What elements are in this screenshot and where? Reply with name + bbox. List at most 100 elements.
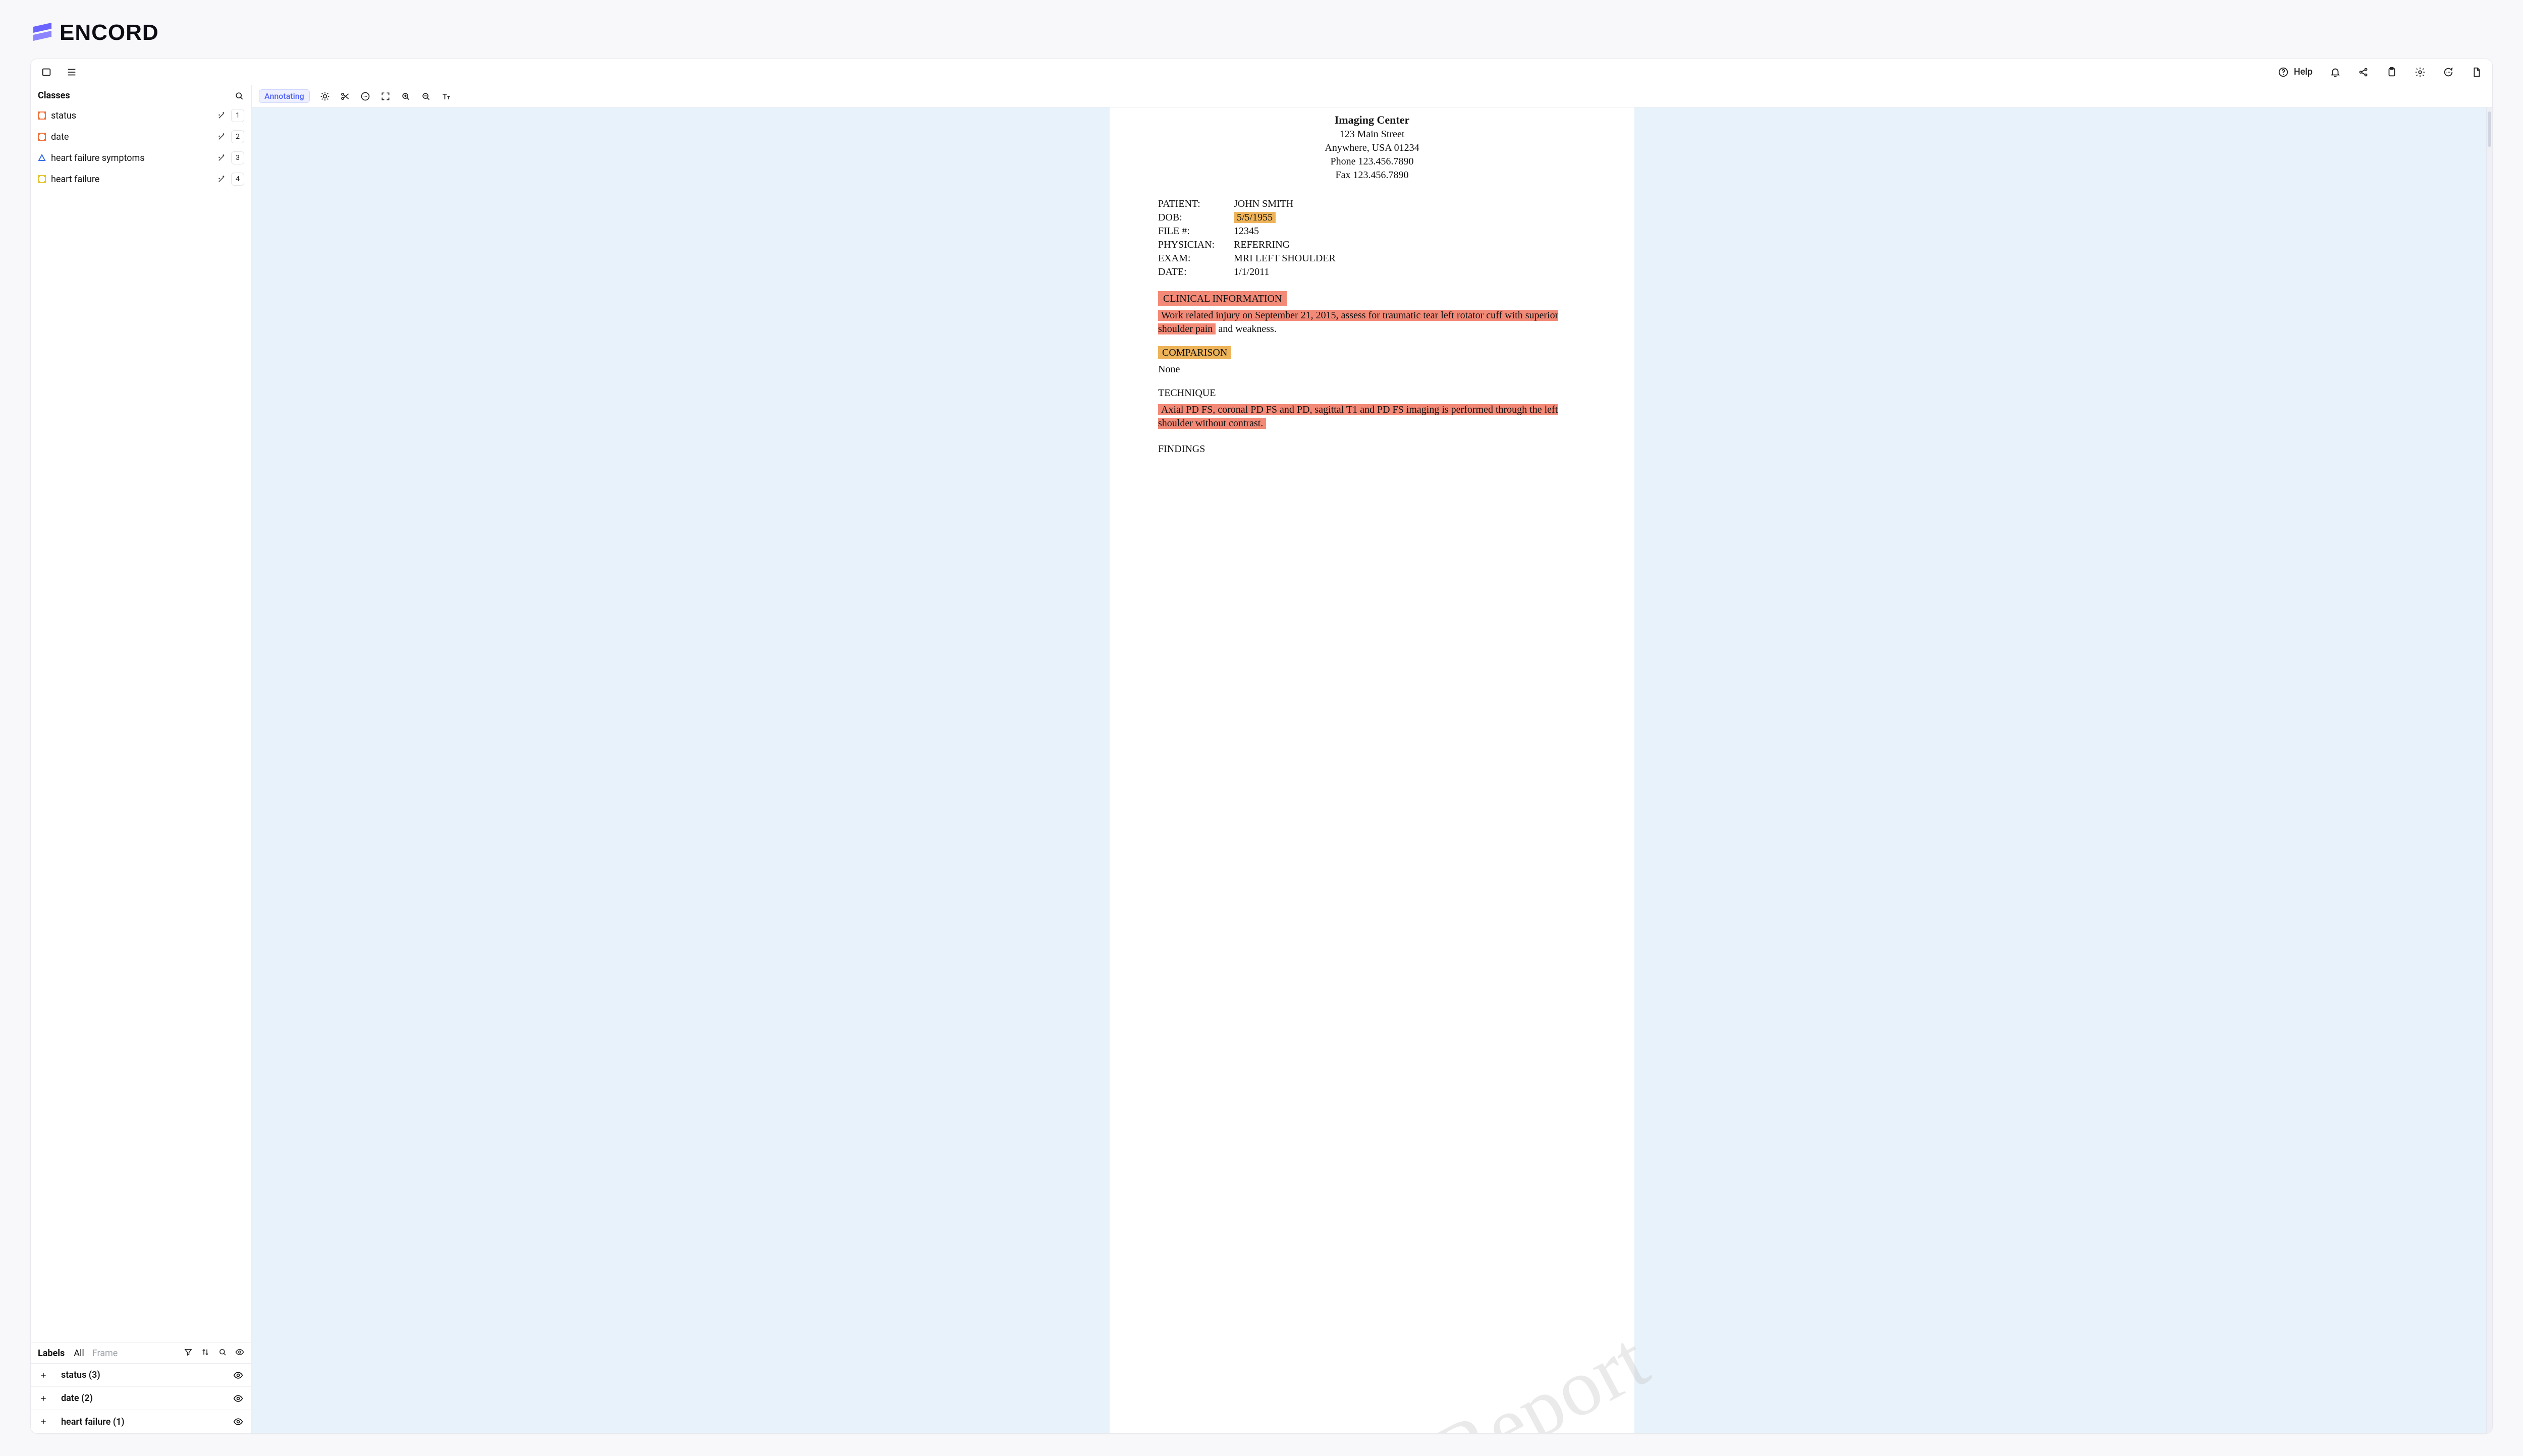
hotkey-badge: 2 [231, 130, 244, 143]
meta-value: 1/1/2011 [1234, 265, 1269, 279]
tab-frame[interactable]: Frame [92, 1348, 118, 1359]
section-head-clinical: CLINICAL INFORMATION [1158, 293, 1586, 305]
expand-plus-icon[interactable] [39, 1418, 48, 1426]
class-name: heart failure symptoms [51, 153, 212, 163]
annotation-status[interactable]: CLINICAL INFORMATION [1158, 291, 1287, 306]
help-button[interactable]: Help [2278, 67, 2313, 78]
clipboard-icon[interactable] [2386, 67, 2397, 78]
class-name: date [51, 132, 212, 142]
doc-meta-block: PATIENT: JOHN SMITH DOB: 5/5/1955 FILE #… [1158, 197, 1586, 279]
magic-wand-icon[interactable] [217, 175, 226, 184]
labels-header: Labels All Frame [31, 1342, 251, 1364]
meta-value: JOHN SMITH [1234, 197, 1293, 211]
tab-all[interactable]: All [74, 1348, 84, 1359]
labels-section: Labels All Frame [31, 1342, 251, 1433]
meta-key: DOB: [1158, 211, 1234, 225]
annotation-status[interactable]: Axial PD FS, coronal PD FS and PD, sagit… [1158, 404, 1558, 429]
visibility-toggle-icon[interactable] [233, 1417, 243, 1427]
classes-heading: Classes [38, 90, 70, 101]
doc-address-2: Anywhere, USA 01234 [1158, 141, 1586, 155]
labels-tabs: All Frame [74, 1348, 118, 1359]
viewport-scrollbar[interactable] [2486, 107, 2492, 1433]
eye-icon[interactable] [235, 1348, 244, 1359]
app-window: Help Cl [30, 59, 2493, 1434]
clinical-body: Work related injury on September 21, 201… [1158, 309, 1586, 336]
zoom-out-icon[interactable] [421, 91, 431, 101]
label-name: status (3) [57, 1370, 224, 1380]
class-row-status[interactable]: status 1 [31, 105, 251, 126]
bbox-swatch-icon [38, 111, 46, 120]
expand-plus-icon[interactable] [39, 1371, 48, 1379]
comment-icon[interactable] [360, 91, 370, 101]
annotation-date[interactable]: 5/5/1955 [1234, 212, 1276, 223]
meta-value: REFERRING [1234, 238, 1290, 252]
canvas-viewport[interactable]: Imaging Center 123 Main Street Anywhere,… [252, 107, 2492, 1433]
meta-key: PHYSICIAN: [1158, 238, 1234, 252]
section-head-technique: TECHNIQUE [1158, 387, 1586, 399]
magic-wand-icon[interactable] [217, 132, 226, 141]
help-label: Help [2294, 67, 2313, 77]
labels-toolbar [184, 1348, 244, 1359]
hotkey-badge: 1 [231, 109, 244, 122]
app-topbar: Help [31, 59, 2492, 85]
magic-wand-icon[interactable] [217, 111, 226, 120]
label-name: heart failure (1) [57, 1417, 224, 1427]
visibility-toggle-icon[interactable] [233, 1393, 243, 1404]
bbox-swatch-icon [38, 175, 46, 183]
topbar-left-group [41, 67, 77, 78]
label-name: date (2) [57, 1393, 224, 1404]
meta-row-physician: PHYSICIAN: REFERRING [1158, 238, 1586, 252]
label-row-date[interactable]: date (2) [31, 1387, 251, 1410]
hamburger-menu-icon[interactable] [66, 67, 77, 78]
classes-search-icon[interactable] [234, 91, 244, 101]
meta-value-annotated: 5/5/1955 [1234, 211, 1276, 225]
label-row-status[interactable]: status (3) [31, 1364, 251, 1387]
doc-phone: Phone 123.456.7890 [1158, 155, 1586, 169]
doc-fax: Fax 123.456.7890 [1158, 169, 1586, 182]
labels-heading: Labels [38, 1348, 65, 1359]
meta-key: EXAM: [1158, 252, 1234, 265]
main-area: Classes status 1 [31, 85, 2492, 1433]
polygon-swatch-icon [38, 154, 46, 162]
panel-toggle-icon[interactable] [41, 67, 52, 78]
classes-header: Classes [31, 85, 251, 105]
magic-wand-icon[interactable] [217, 153, 226, 162]
text-size-icon[interactable] [441, 91, 451, 101]
class-name: status [51, 110, 212, 121]
class-row-heart-failure[interactable]: heart failure 4 [31, 169, 251, 190]
label-row-heart-failure[interactable]: heart failure (1) [31, 1410, 251, 1433]
meta-row-file: FILE #: 12345 [1158, 225, 1586, 238]
comparison-body: None [1158, 363, 1586, 376]
annotation-date[interactable]: COMPARISON [1158, 346, 1231, 359]
settings-gear-icon[interactable] [2415, 67, 2426, 78]
meta-row-date: DATE: 1/1/2011 [1158, 265, 1586, 279]
search-icon[interactable] [218, 1348, 227, 1359]
visibility-toggle-icon[interactable] [233, 1370, 243, 1380]
zoom-in-icon[interactable] [401, 91, 411, 101]
class-row-heart-failure-symptoms[interactable]: heart failure symptoms 3 [31, 147, 251, 169]
meta-key: FILE #: [1158, 225, 1234, 238]
left-panel: Classes status 1 [31, 85, 252, 1433]
expand-plus-icon[interactable] [39, 1394, 48, 1403]
scroll-thumb[interactable] [2488, 111, 2491, 147]
scissors-icon[interactable] [340, 91, 350, 101]
filter-icon[interactable] [184, 1348, 193, 1359]
fit-screen-icon[interactable] [380, 91, 391, 101]
sort-icon[interactable] [201, 1348, 210, 1359]
canvas-area: Annotating [252, 85, 2492, 1433]
section-head-comparison: COMPARISON [1158, 347, 1586, 359]
bell-icon[interactable] [2330, 67, 2341, 78]
share-icon[interactable] [2358, 67, 2369, 78]
brand-mark-icon [30, 21, 54, 45]
brightness-icon[interactable] [320, 91, 330, 101]
hotkey-badge: 4 [231, 173, 244, 186]
canvas-toolbar: Annotating [252, 85, 2492, 107]
doc-title: Imaging Center [1158, 113, 1586, 128]
chat-icon[interactable] [2443, 67, 2454, 78]
mode-badge[interactable]: Annotating [259, 89, 310, 103]
section-head-findings: FINDINGS [1158, 443, 1586, 455]
document-icon[interactable] [2471, 67, 2482, 78]
class-name: heart failure [51, 174, 212, 185]
class-row-date[interactable]: date 2 [31, 126, 251, 147]
doc-address-1: 123 Main Street [1158, 128, 1586, 141]
